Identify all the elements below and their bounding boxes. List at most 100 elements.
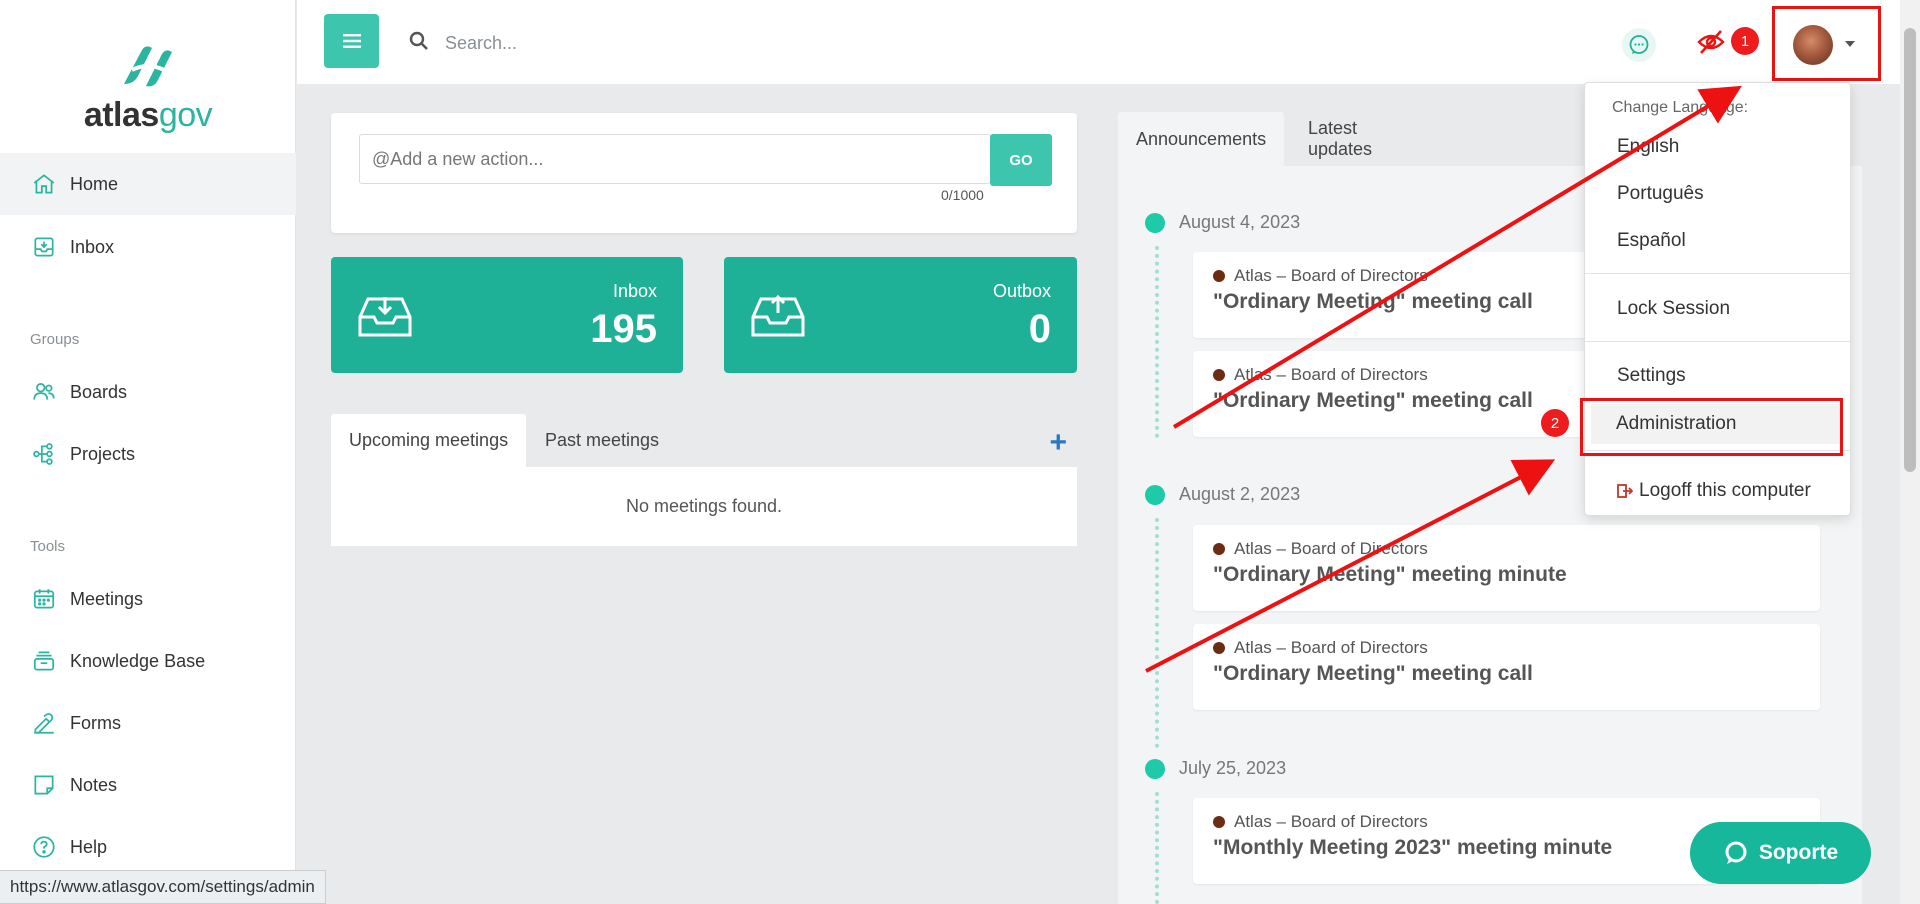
sidebar-item-label: Inbox xyxy=(70,236,115,257)
logoff-item[interactable]: Logoff this computer xyxy=(1585,471,1852,511)
form-pen-icon xyxy=(30,709,58,737)
announcement-title: "Ordinary Meeting" meeting call xyxy=(1213,389,1533,412)
tools-section-label: Tools xyxy=(30,538,66,555)
org-color-dot xyxy=(1213,642,1225,654)
user-menu-button[interactable] xyxy=(1772,6,1881,81)
groups-section-label: Groups xyxy=(30,331,80,348)
chevron-down-icon xyxy=(1845,41,1855,47)
go-button[interactable]: GO xyxy=(990,134,1052,186)
timeline-date: August 2, 2023 xyxy=(1179,484,1301,504)
sidebar-item-inbox[interactable]: Inbox xyxy=(0,216,296,278)
announcement-card[interactable]: Atlas – Board of Directors "Ordinary Mee… xyxy=(1193,624,1820,710)
users-icon xyxy=(30,378,58,406)
sidebar-item-label: Notes xyxy=(70,774,118,795)
language-english[interactable]: English xyxy=(1585,127,1852,167)
top-bar xyxy=(297,0,1900,84)
annotation-badge-1: 1 xyxy=(1731,27,1759,55)
sidebar-item-label: Boards xyxy=(70,381,128,402)
announcement-org: Atlas – Board of Directors xyxy=(1213,638,1428,658)
language-portugues[interactable]: Português xyxy=(1585,174,1852,214)
support-label: Soporte xyxy=(1758,841,1839,864)
timeline-date: July 25, 2023 xyxy=(1179,758,1287,778)
divider xyxy=(1585,341,1852,342)
sidebar-item-label: Home xyxy=(70,173,119,194)
chat-icon xyxy=(1725,841,1747,864)
tab-latest-updates[interactable]: Latest updates xyxy=(1290,112,1390,166)
avatar xyxy=(1793,25,1833,65)
brand-name: atlasgov xyxy=(83,96,213,134)
outbox-stat-card[interactable]: Outbox 0 xyxy=(724,257,1077,373)
outbox-tray-icon xyxy=(751,294,805,337)
divider xyxy=(1585,273,1852,274)
sidebar-item-notes[interactable]: Notes xyxy=(0,754,296,816)
chat-bubble-icon xyxy=(1629,35,1649,54)
sidebar-item-projects[interactable]: Projects xyxy=(0,423,296,485)
tab-past-meetings[interactable]: Past meetings xyxy=(527,414,677,467)
new-action-card: GO 0/1000 xyxy=(331,113,1077,233)
add-meeting-button[interactable]: + xyxy=(1049,426,1067,460)
org-color-dot xyxy=(1213,543,1225,555)
sidebar-item-boards[interactable]: Boards xyxy=(0,361,296,423)
sidebar-item-help[interactable]: Help xyxy=(0,816,296,878)
sidebar-item-knowledge-base[interactable]: Knowledge Base xyxy=(0,630,296,692)
change-language-label: Change Language: xyxy=(1612,99,1749,116)
sidebar-item-forms[interactable]: Forms xyxy=(0,692,296,754)
announcement-org: Atlas – Board of Directors xyxy=(1213,812,1428,832)
logo-mark-icon xyxy=(124,46,172,87)
outbox-stat-value: 0 xyxy=(1028,307,1051,351)
hamburger-icon xyxy=(342,34,361,48)
announcement-title: "Ordinary Meeting" meeting call xyxy=(1213,290,1533,313)
tab-upcoming-meetings[interactable]: Upcoming meetings xyxy=(331,414,527,467)
timeline-dot xyxy=(1145,213,1165,233)
sidebar-item-label: Meetings xyxy=(70,588,144,609)
annotation-box-administration xyxy=(1580,398,1843,456)
sidebar-item-label: Knowledge Base xyxy=(70,650,206,671)
announcement-org: Atlas – Board of Directors xyxy=(1213,539,1428,559)
org-color-dot xyxy=(1213,270,1225,282)
meetings-empty-state: No meetings found. xyxy=(331,467,1077,546)
inbox-stat-card[interactable]: Inbox 195 xyxy=(331,257,683,373)
sidebar-item-label: Projects xyxy=(70,443,136,464)
atlasgov-logo[interactable]: atlasgov xyxy=(78,40,218,135)
status-bar-url: https://www.atlasgov.com/settings/admin xyxy=(0,870,326,904)
project-tree-icon xyxy=(30,440,58,468)
sidebar: atlasgov Home Inbox Groups Boards Projec… xyxy=(0,0,296,904)
scrollbar-thumb[interactable] xyxy=(1904,28,1916,472)
inbox-tray-icon xyxy=(358,297,412,337)
search-input[interactable] xyxy=(445,26,845,60)
sidebar-item-meetings[interactable]: Meetings xyxy=(0,568,296,630)
inbox-stat-value: 195 xyxy=(590,307,657,351)
chat-button[interactable] xyxy=(1622,28,1656,62)
settings-item[interactable]: Settings xyxy=(1585,356,1852,396)
timeline-dot xyxy=(1145,759,1165,779)
lock-session-item[interactable]: Lock Session xyxy=(1585,289,1852,329)
language-espanol[interactable]: Español xyxy=(1585,221,1852,261)
calendar-icon xyxy=(30,585,58,613)
menu-toggle-button[interactable] xyxy=(324,14,379,68)
timeline-line xyxy=(1155,518,1159,748)
note-icon xyxy=(30,771,58,799)
character-counter: 0/1000 xyxy=(941,187,984,203)
logoff-label: Logoff this computer xyxy=(1639,480,1811,501)
org-color-dot xyxy=(1213,369,1225,381)
help-icon xyxy=(30,833,58,861)
timeline-line xyxy=(1155,246,1159,438)
inbox-stat-label: Inbox xyxy=(612,281,657,301)
tab-announcements[interactable]: Announcements xyxy=(1118,112,1285,166)
inbox-icon xyxy=(30,233,58,261)
archive-icon xyxy=(30,647,58,675)
annotation-badge-2: 2 xyxy=(1541,409,1569,437)
announcement-org: Atlas – Board of Directors xyxy=(1213,365,1428,385)
search-icon xyxy=(409,31,428,50)
announcement-title: "Ordinary Meeting" meeting minute xyxy=(1213,563,1567,586)
sidebar-item-label: Help xyxy=(70,836,108,857)
announcement-card[interactable]: Atlas – Board of Directors "Ordinary Mee… xyxy=(1193,525,1820,611)
sidebar-item-home[interactable]: Home xyxy=(0,153,296,215)
org-color-dot xyxy=(1213,816,1225,828)
timeline-dot xyxy=(1145,485,1165,505)
home-icon xyxy=(30,170,58,198)
support-button[interactable]: Soporte xyxy=(1690,822,1871,884)
eye-off-icon[interactable] xyxy=(1696,28,1726,56)
meetings-tabs: Upcoming meetings Past meetings + xyxy=(331,414,1077,467)
new-action-input[interactable] xyxy=(359,134,991,184)
